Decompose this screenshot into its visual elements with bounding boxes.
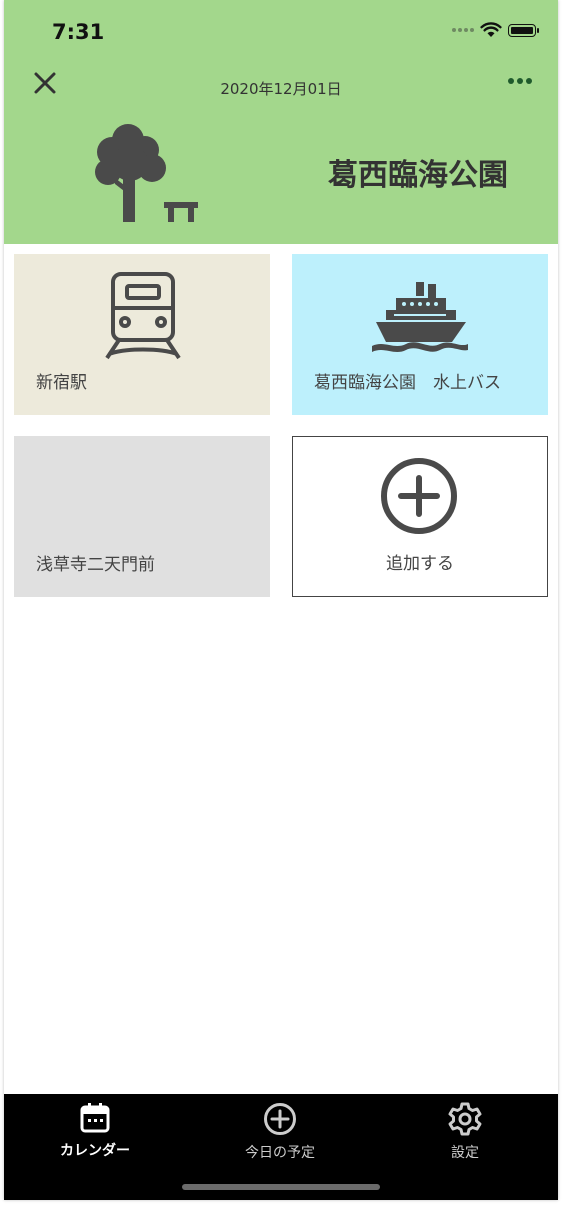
add-circle-icon — [381, 458, 457, 534]
tab-settings[interactable]: 設定 — [400, 1102, 530, 1162]
tile-label: 新宿駅 — [36, 373, 87, 393]
tab-today[interactable]: 今日の予定 — [215, 1102, 345, 1162]
tile-label: 浅草寺二天門前 — [36, 555, 155, 575]
tile-label: 追加する — [386, 554, 454, 574]
ship-icon — [372, 282, 468, 352]
date-title: 2020年12月01日 — [220, 80, 342, 98]
place-title: 葛西臨海公園 — [328, 158, 508, 193]
battery-icon — [508, 23, 539, 37]
tab-calendar[interactable]: カレンダー — [30, 1102, 160, 1160]
app-screen: 7:31 2020年12月01日 葛西臨海公園 新宿駅 葛西臨海公園 水上バス … — [4, 0, 558, 1200]
calendar-icon — [80, 1103, 110, 1133]
tab-label: カレンダー — [60, 1143, 130, 1159]
train-icon — [105, 272, 181, 360]
route-tile-water-bus[interactable]: 葛西臨海公園 水上バス — [292, 254, 548, 415]
header: 7:31 2020年12月01日 葛西臨海公園 — [4, 0, 558, 244]
tab-bar: カレンダー 今日の予定 設定 — [4, 1094, 558, 1200]
route-tile-sensoji[interactable]: 浅草寺二天門前 — [14, 436, 270, 597]
tab-label: 今日の予定 — [245, 1145, 315, 1161]
wifi-icon — [480, 22, 502, 37]
status-icons — [452, 22, 539, 38]
more-icon[interactable] — [508, 78, 532, 84]
add-circle-icon — [264, 1103, 296, 1135]
add-route-button[interactable]: 追加する — [292, 436, 548, 597]
tree-bench-icon — [95, 124, 198, 222]
gear-icon — [448, 1102, 482, 1136]
status-time: 7:31 — [52, 20, 105, 44]
tile-label: 葛西臨海公園 水上バス — [314, 373, 501, 393]
home-indicator — [182, 1184, 380, 1190]
signal-icon — [452, 28, 474, 32]
tab-label: 設定 — [451, 1145, 479, 1161]
route-tile-shinjuku[interactable]: 新宿駅 — [14, 254, 270, 415]
